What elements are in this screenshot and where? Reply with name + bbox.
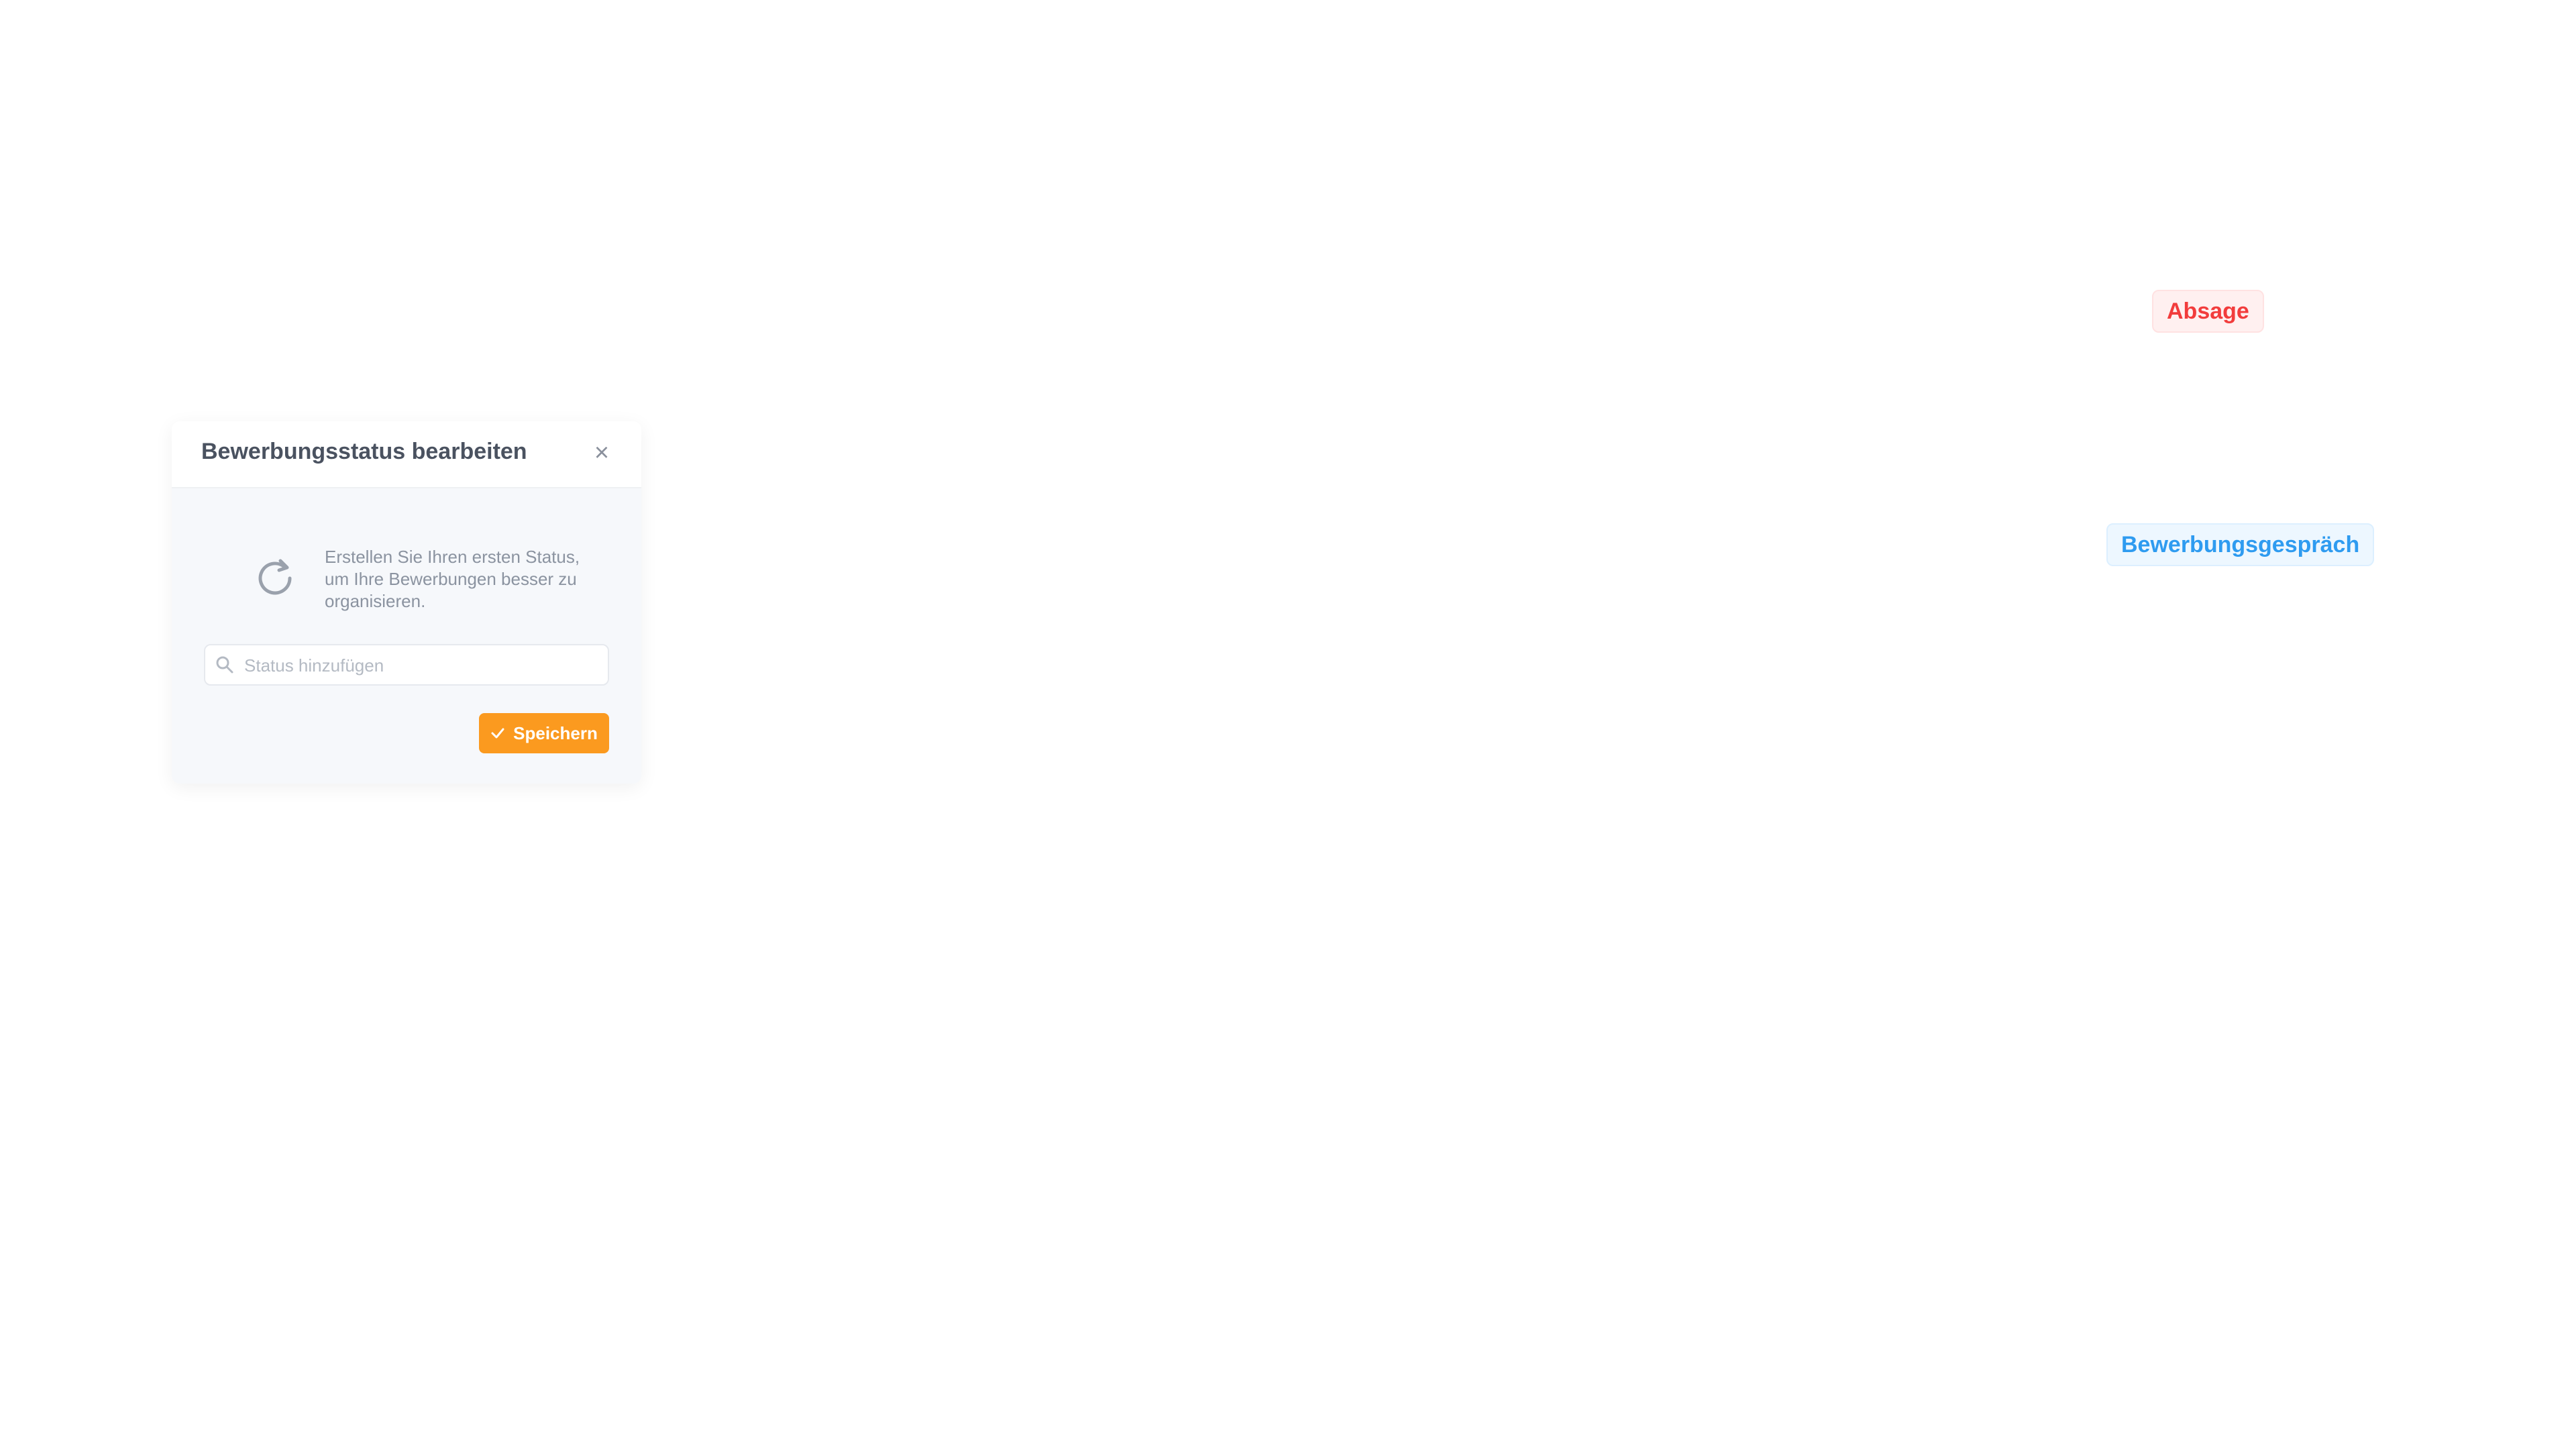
status-search-field[interactable] bbox=[204, 644, 609, 686]
status-search-input[interactable] bbox=[243, 645, 601, 686]
search-icon bbox=[216, 656, 233, 674]
save-button[interactable]: Speichern bbox=[479, 713, 609, 753]
popover-header: Bewerbungsstatus bearbeiten × bbox=[172, 421, 641, 488]
edit-status-popover: Bewerbungsstatus bearbeiten × Erstellen … bbox=[172, 421, 641, 784]
info-text: Erstellen Sie Ihren ersten Status, um Ih… bbox=[325, 547, 580, 611]
popover-title: Bewerbungsstatus bearbeiten bbox=[201, 439, 527, 464]
close-icon[interactable]: × bbox=[586, 437, 617, 468]
page: Absage Bewerbungsgespräch Bewerbungsstat… bbox=[0, 0, 2576, 1449]
popover-body: Erstellen Sie Ihren ersten Status, um Ih… bbox=[172, 488, 641, 784]
refresh-icon bbox=[258, 559, 292, 595]
status-badge-rejected[interactable]: Absage bbox=[2152, 290, 2264, 333]
save-button-label: Speichern bbox=[513, 722, 598, 743]
status-badge-interview[interactable]: Bewerbungsgespräch bbox=[2106, 523, 2375, 566]
check-icon bbox=[491, 728, 504, 739]
